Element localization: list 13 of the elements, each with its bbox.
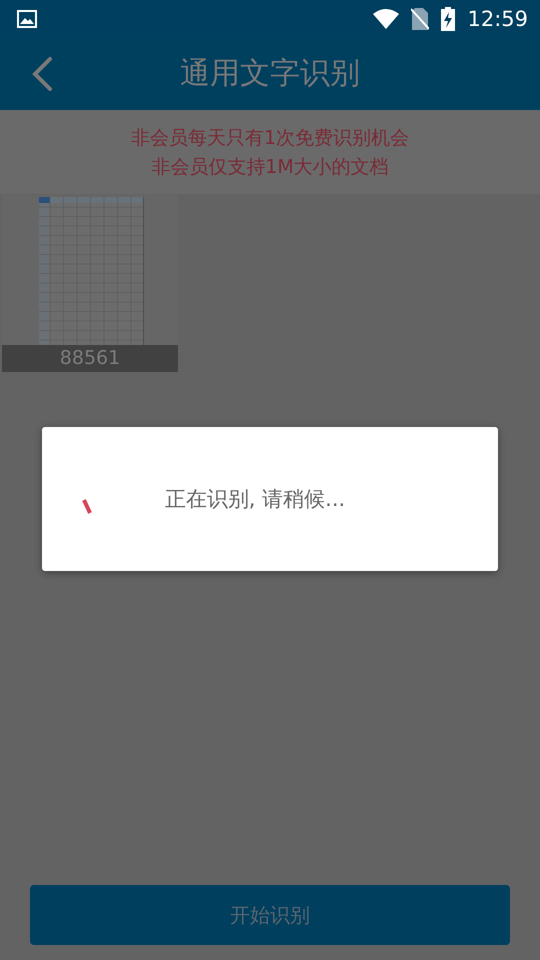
notice-text: 非会员仅支持1M大小的文档 (151, 155, 389, 179)
clock-time: 12:59 (467, 6, 528, 30)
wifi-icon (373, 8, 400, 28)
image-caption: 88561 (2, 345, 178, 372)
loading-spinner-icon (82, 499, 92, 515)
image-icon (17, 10, 37, 28)
back-icon[interactable] (30, 56, 54, 92)
notice-text: 非会员每天只有1次免费识别机会 (130, 126, 410, 150)
battery-charging-icon (441, 6, 456, 30)
start-button[interactable]: 开始识别 (30, 885, 510, 945)
loading-message: 正在识别, 请稍候... (164, 486, 346, 513)
screen-title: 通用文字识别 (179, 55, 361, 93)
no-sim-icon (411, 8, 430, 30)
